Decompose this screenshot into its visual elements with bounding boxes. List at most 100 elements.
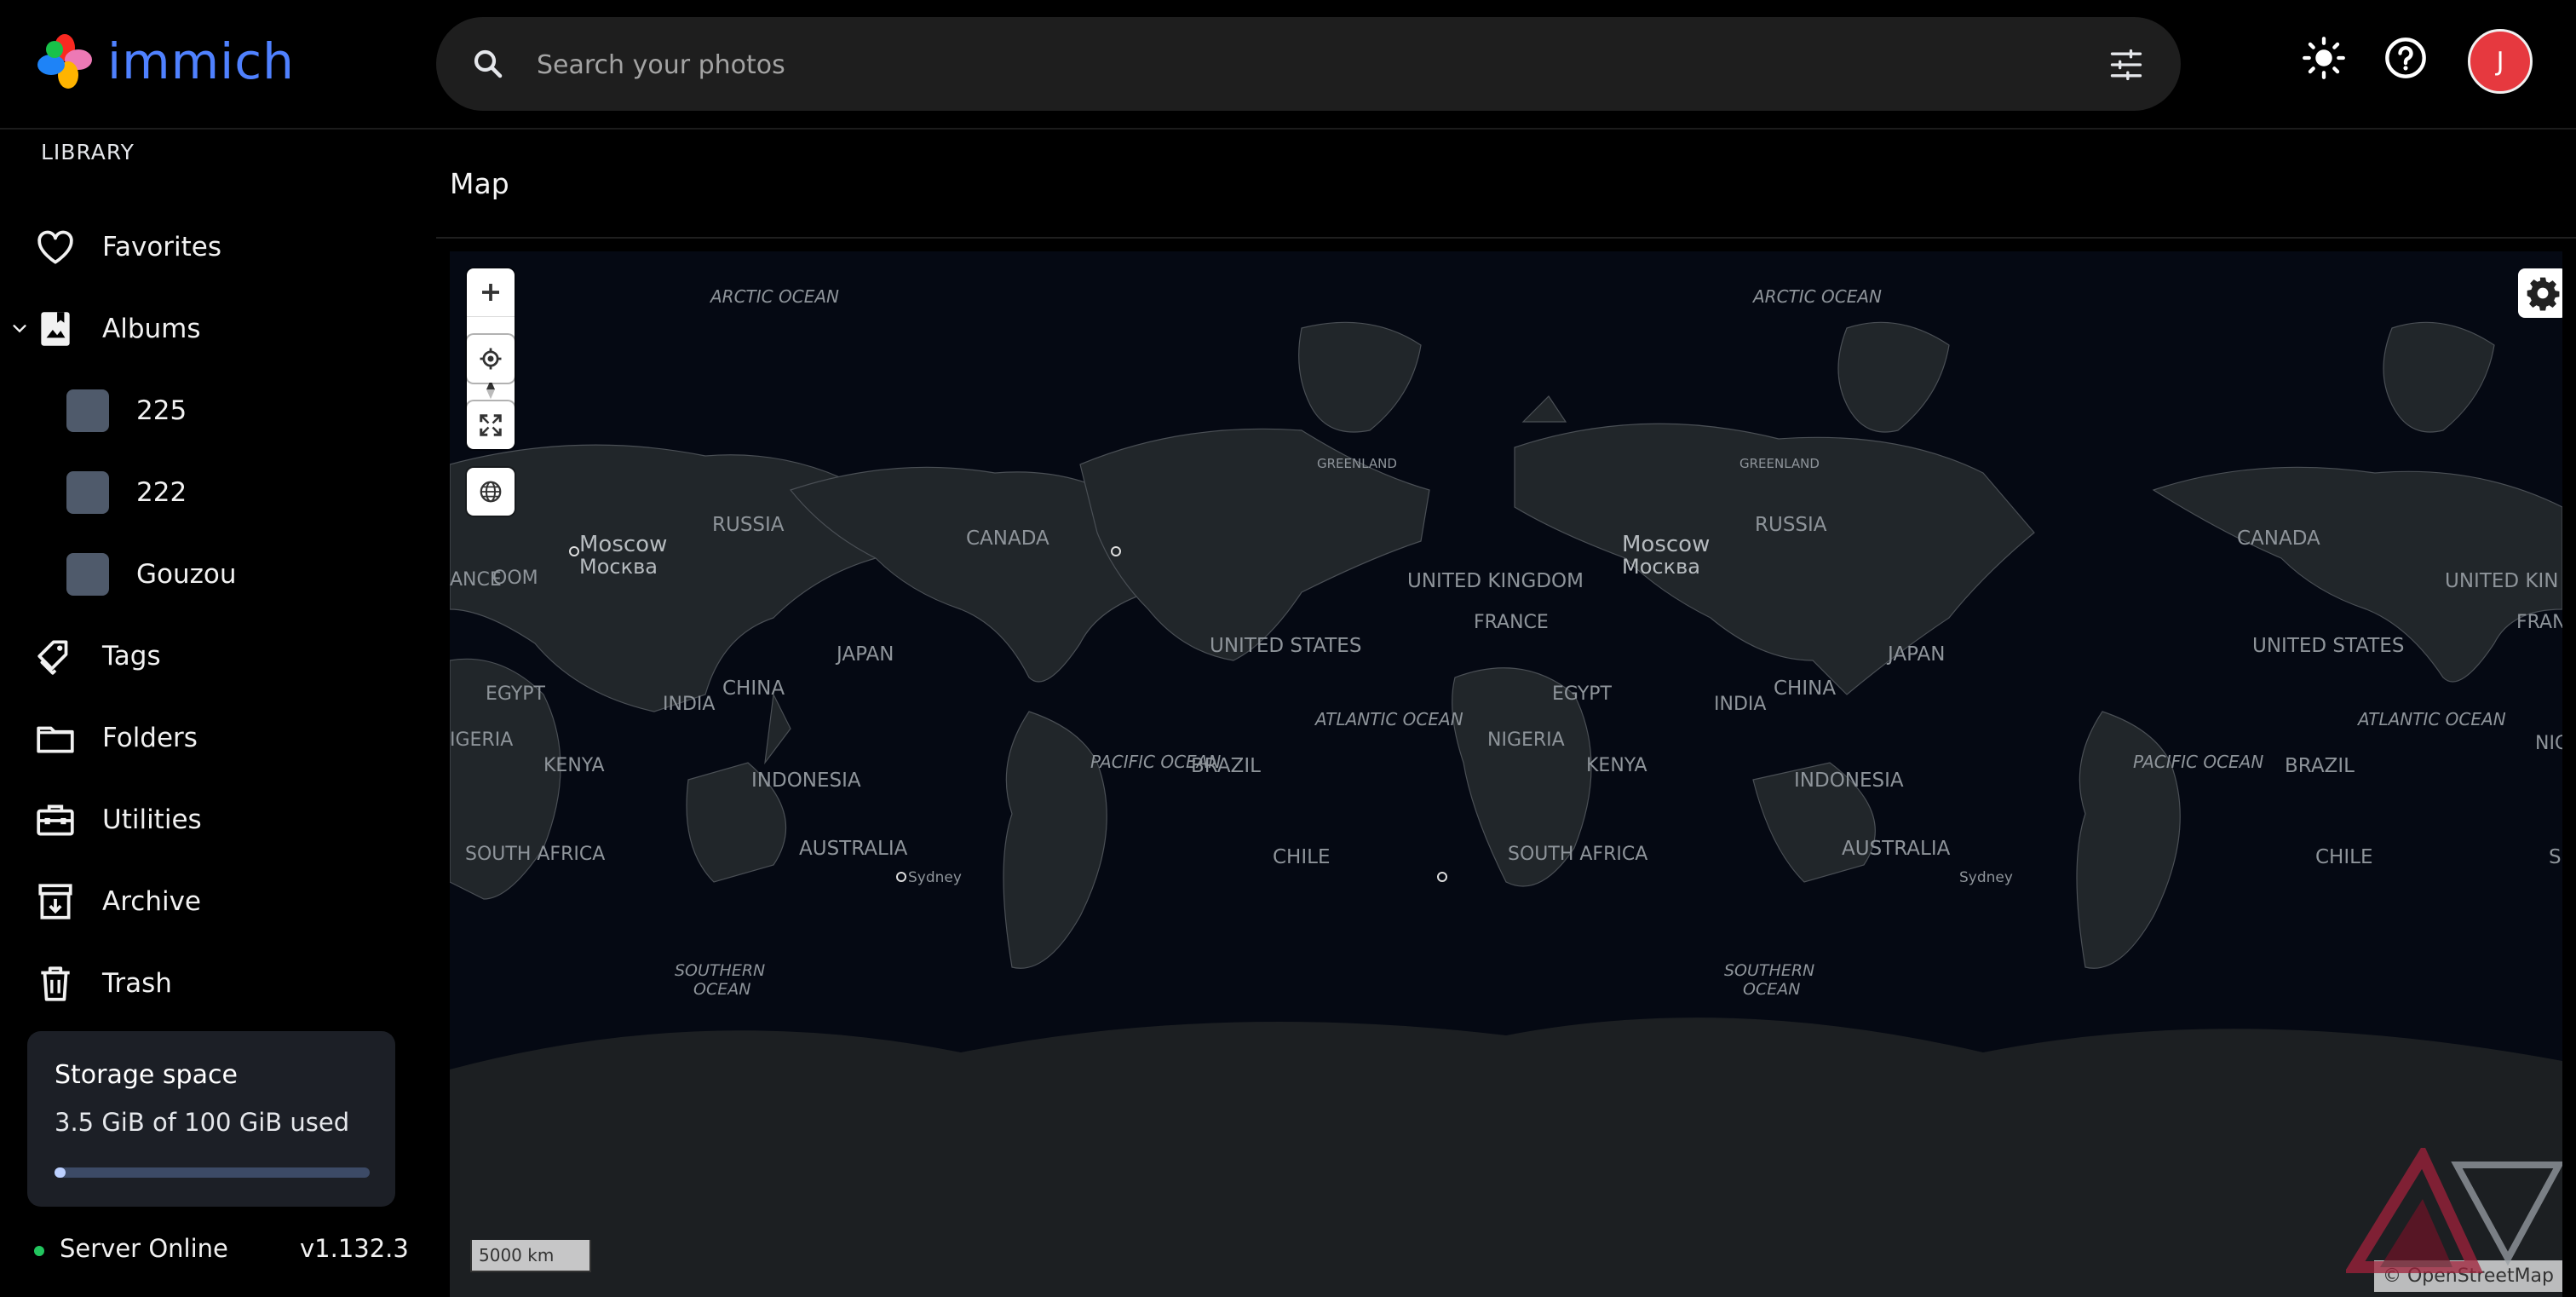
album-thumbnail [66,471,109,514]
sidebar-item-label: Folders [102,723,198,753]
album-item[interactable]: 222 [0,458,426,527]
locate-button[interactable] [467,335,515,383]
globe-control [467,468,515,516]
sidebar-item-label: Utilities [102,804,202,835]
map-label: Sydney [908,869,962,886]
chevron-down-icon[interactable] [10,320,29,338]
map-label: NIGERIA [1487,729,1565,751]
map-label: INDIA [1714,694,1766,715]
map-label: EGYPT [486,683,546,705]
map-settings-button[interactable] [2518,268,2562,318]
gear-icon [2527,277,2560,311]
map-label: UNITED STATES [2252,635,2404,657]
zoom-in-button[interactable] [467,268,515,317]
map-label: NIC [2535,733,2562,754]
map-canvas[interactable]: ARCTIC OCEAN RUSSIA CANADA GREENLAND Mos… [450,251,2562,1297]
map-label: ATLANTIC OCEAN [2356,709,2506,729]
map-label: ARCTIC OCEAN [709,286,839,307]
album-item[interactable]: 225 [0,377,426,445]
page-header: Map [436,130,2576,239]
globe-button[interactable] [467,468,515,516]
map-label: AUSTRALIA [1842,838,1951,860]
map-label: EGYPT [1552,683,1613,705]
map-label: FRAN [2516,612,2562,633]
search-icon[interactable] [470,46,506,82]
map-label: Moscow [579,532,667,557]
album-label: Gouzou [136,559,237,590]
map-label: PACIFIC OCEAN [2133,752,2263,772]
sidebar-item-label: Trash [102,968,172,999]
sidebar-item-tags[interactable]: Tags [0,622,426,690]
sidebar-item-label: Albums [102,314,201,344]
user-avatar[interactable]: J [2468,29,2533,94]
archive-icon [38,884,72,919]
map-label: RUSSIA [712,514,785,536]
immich-logo[interactable]: immich [34,31,295,92]
locate-icon [480,348,502,370]
server-status-dot [34,1246,44,1256]
fullscreen-button[interactable] [467,401,515,449]
map-label: CANADA [966,527,1049,550]
app-name: immich [107,32,295,90]
filter-icon[interactable] [2107,46,2145,84]
storage-progress-bar [55,1167,370,1178]
album-thumbnail [66,553,109,596]
map-label: S [2549,846,2562,868]
help-icon[interactable] [2383,36,2428,80]
map-label: ATLANTIC OCEAN [1314,709,1463,729]
map-label: CANADA [2237,527,2320,550]
album-label: 222 [136,477,187,508]
map-label: FRANCE [1474,612,1549,633]
map-label: PACIFIC OCEAN [1090,752,1221,772]
heart-icon [37,230,73,264]
tag-icon [37,640,68,675]
map-label: Moscow [1622,532,1710,557]
map-label: ARCTIC OCEAN [1751,286,1882,307]
sidebar-item-folders[interactable]: Folders [0,704,426,772]
plus-icon [482,284,499,301]
sidebar-item-label: Archive [102,886,201,917]
map-label: UNITED KINGDOM [1407,570,1584,592]
immich-pinwheel-icon [37,34,92,89]
map-label: CHILE [1273,846,1330,868]
map-label: Sydney [1959,869,2013,886]
folder-icon [37,726,74,753]
storage-used-text: 3.5 GiB of 100 GiB used [55,1108,350,1137]
map-label: IGERIA [450,729,513,751]
storage-panel: Storage space 3.5 GiB of 100 GiB used [27,1031,395,1207]
fullscreen-control [467,401,515,449]
server-version[interactable]: v1.132.3 [300,1234,409,1263]
album-label: 225 [136,395,187,426]
map-scale: 5000 km [470,1240,591,1272]
map-label: JAPAN [1886,643,1945,666]
map-label: SOUTHERN [1724,961,1814,980]
map-label: JAPAN [835,643,894,666]
sidebar-item-utilities[interactable]: Utilities [0,786,426,854]
sidebar-item-trash[interactable]: Trash [0,949,426,1017]
world-map[interactable]: ARCTIC OCEAN RUSSIA CANADA GREENLAND Mos… [450,251,2562,1297]
map-label: CHINA [722,677,785,700]
sidebar-item-albums[interactable]: Albums [0,295,426,363]
map-label: Москва [1622,555,1700,579]
map-label: INDIA [663,694,715,715]
search-bar[interactable] [436,17,2181,112]
locate-control [467,335,515,383]
album-thumbnail [66,389,109,432]
library-heading: LIBRARY [41,140,135,164]
sidebar-item-favorites[interactable]: Favorites [0,213,426,281]
search-input[interactable] [535,17,1987,112]
map-label: AUSTRALIA [799,838,908,860]
top-bar: immich J [0,0,2576,130]
map-label: SOUTHERN [675,961,765,980]
map-label: SOUTH AFRICA [465,844,605,865]
sidebar-item-archive[interactable]: Archive [0,868,426,936]
map-label: CHINA [1774,677,1836,700]
album-item[interactable]: Gouzou [0,540,426,608]
sidebar-item-label: Tags [102,641,161,672]
storage-title: Storage space [55,1060,238,1090]
album-icon [41,312,70,346]
map-label: GREENLAND [1739,456,1820,471]
sun-icon[interactable] [2302,36,2346,80]
map-label: GREENLAND [1317,456,1397,471]
map-label: SOUTH AFRICA [1508,844,1647,865]
